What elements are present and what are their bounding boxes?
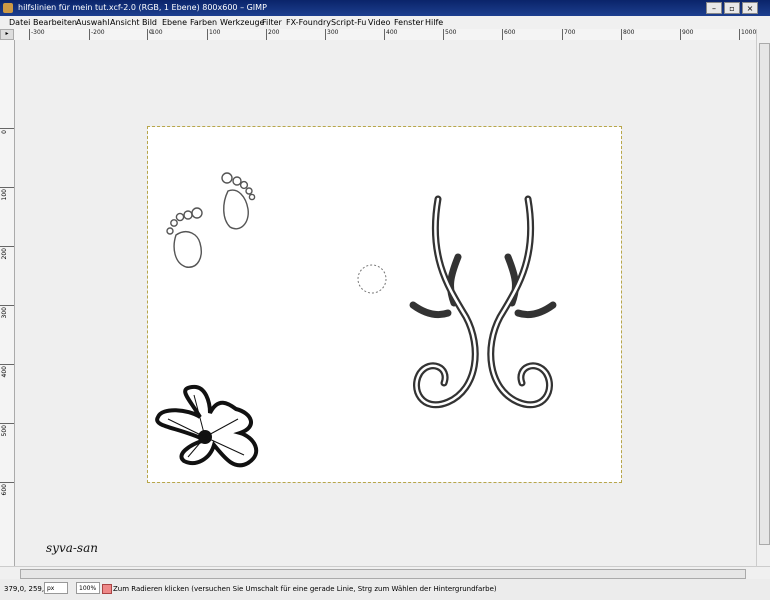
menu-auswahl[interactable]: Auswahl [76,18,109,27]
minimize-button[interactable]: – [706,2,722,14]
ruler-label: 800 [623,29,635,36]
ruler-label: -200 [91,29,105,36]
ruler-label: 600 [504,29,516,36]
unit-select[interactable]: px [44,582,68,594]
ruler-label: 300 [1,307,8,319]
menu-werkzeuge[interactable]: Werkzeuge [220,18,264,27]
ruler-label: 1000 [741,29,757,36]
menu-script-fu[interactable]: Script-Fu [331,18,366,27]
baby-feet-graphic [166,172,256,268]
gimp-app-icon [3,3,13,13]
vertical-ruler[interactable]: 0 100 200 300 400 500 600 [0,40,15,566]
menu-ebene[interactable]: Ebene [162,18,187,27]
ruler-label: 500 [1,425,8,437]
brush-outline [357,264,387,294]
menu-hilfe[interactable]: Hilfe [425,18,443,27]
menu-fenster[interactable]: Fenster [394,18,424,27]
menu-fx-foundry[interactable]: FX-Foundry [286,18,331,27]
ruler-label: 100 [209,29,221,36]
ruler-label: 400 [386,29,398,36]
horizontal-scrollbar[interactable] [0,566,770,580]
tribal-ornament-graphic [409,195,557,409]
menu-bild[interactable]: Bild [142,18,157,27]
vertical-scroll-thumb[interactable] [759,43,770,545]
horizontal-scroll-thumb[interactable] [20,569,746,579]
ruler-label: 900 [682,29,694,36]
ruler-label: -300 [31,29,45,36]
menu-bearbeiten[interactable]: Bearbeiten [33,18,77,27]
status-bar: 379,0, 259,0 px 100% Zum Radieren klicke… [0,579,770,600]
ruler-label: 500 [445,29,457,36]
eraser-tool-icon [102,584,112,594]
ruler-label: 200 [1,248,8,260]
ruler-label: 100 [1,189,8,201]
ruler-label: 400 [1,366,8,378]
maximize-button[interactable]: ▫ [724,2,740,14]
menu-ansicht[interactable]: Ansicht [110,18,140,27]
image-canvas[interactable] [147,126,622,483]
ruler-label: 600 [1,484,8,496]
menu-farben[interactable]: Farben [190,18,217,27]
ruler-label: 0 [149,29,153,36]
close-button[interactable]: × [742,2,758,14]
quick-mask-corner-button[interactable]: ▸ [0,29,14,40]
menu-datei[interactable]: Datei [9,18,30,27]
status-message: Zum Radieren klicken (versuchen Sie Umsc… [113,585,497,593]
pointer-coordinates: 379,0, 259,0 [4,585,49,593]
ruler-label: 300 [327,29,339,36]
window-title: hilfslinien für mein tut.xcf-2.0 (RGB, 1… [18,3,267,12]
menu-video[interactable]: Video [368,18,390,27]
vertical-scrollbar[interactable] [756,29,770,566]
ruler-label: 0 [1,130,8,134]
signature-text: syva-san [46,541,98,555]
ruler-label: 700 [564,29,576,36]
image-artwork [155,172,557,468]
menu-filter[interactable]: Filter [262,18,282,27]
menu-bar: Datei Bearbeiten Auswahl Ansicht Bild Eb… [0,16,770,30]
zoom-select[interactable]: 100% [76,582,100,594]
title-bar: hilfslinien für mein tut.xcf-2.0 (RGB, 1… [0,0,770,16]
ruler-label: 200 [268,29,280,36]
